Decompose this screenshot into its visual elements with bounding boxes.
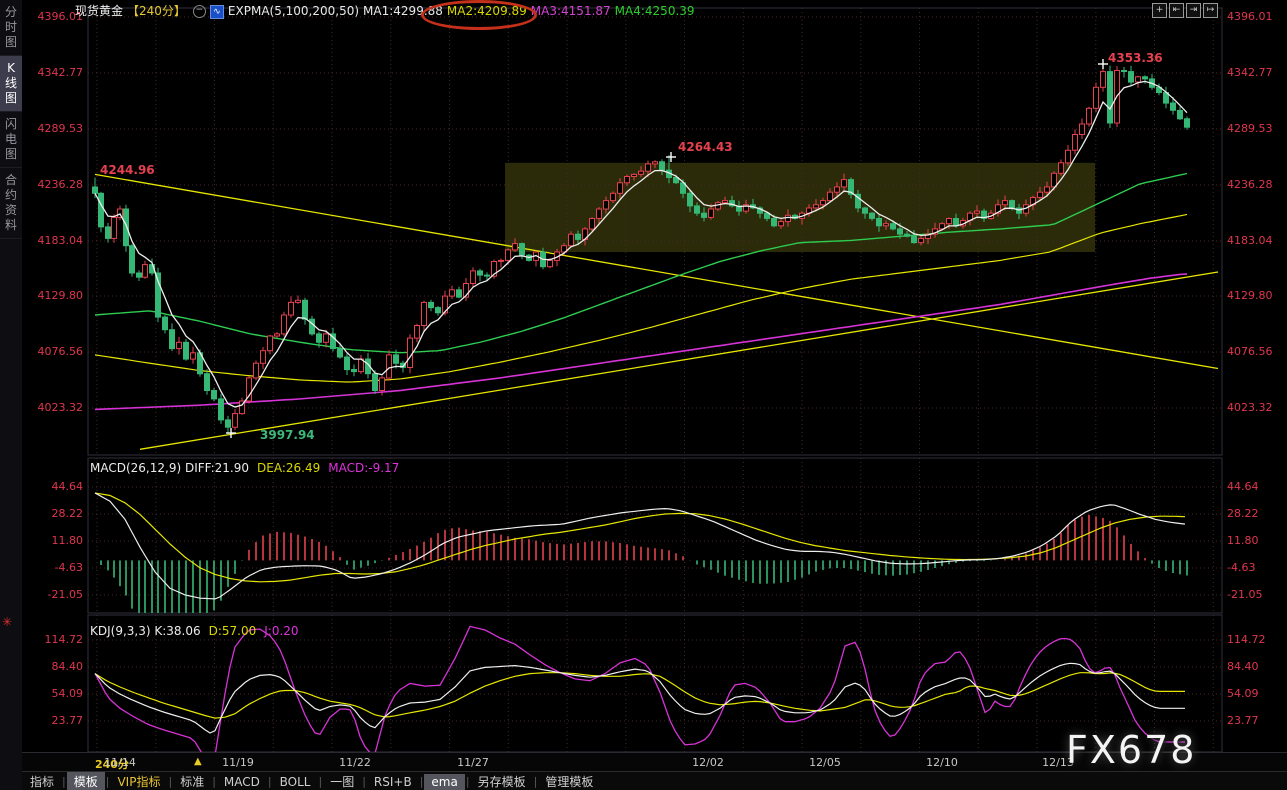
sidebar-item-闪电图[interactable]: 闪电图 <box>0 112 22 168</box>
indicator-value-label: MACD:-9.17 <box>328 461 399 475</box>
chart-toolbar-icons: +⇤⇥↦ <box>1152 3 1218 18</box>
collapse-icon[interactable]: − <box>193 5 206 18</box>
trading-app-window: 分时图K线图闪电图合约资料 现货黄金【240分】−∿ EXPMA(5,100,20… <box>0 0 1287 790</box>
menu-item-指标[interactable]: 指标 <box>23 772 61 790</box>
menu-separator: | <box>62 775 66 788</box>
menu-item-另存模板[interactable]: 另存模板 <box>471 772 533 790</box>
date-tick-label: 12/02 <box>688 756 728 769</box>
ma-value-label: MA4:4250.39 <box>615 4 695 18</box>
sidebar-item-分时图[interactable]: 分时图 <box>0 0 22 56</box>
date-tick-label: 11/19 <box>218 756 258 769</box>
menu-separator: | <box>534 775 538 788</box>
indicator-value-label: DEA:26.49 <box>257 461 320 475</box>
indicator-alert-icon[interactable]: ✳ <box>2 615 12 629</box>
red-circle-annotation <box>421 0 537 30</box>
chart-canvas[interactable] <box>0 0 1287 790</box>
menu-separator: | <box>212 775 216 788</box>
kdj-panel-header: KDJ(9,3,3) K:38.06 D:57.00 J:0.20 <box>90 624 307 638</box>
menu-separator: | <box>466 775 470 788</box>
period-label[interactable]: 【240分】 <box>127 4 186 18</box>
sidebar: 分时图K线图闪电图合约资料 <box>0 0 22 790</box>
fit-right-axis-icon[interactable]: ⇥ <box>1186 3 1201 18</box>
menu-item-管理模板[interactable]: 管理模板 <box>538 772 600 790</box>
crosshair-icon[interactable]: + <box>1152 3 1167 18</box>
watermark: FX678 <box>1066 728 1196 772</box>
date-tick-label: 12/05 <box>805 756 845 769</box>
menu-item-MACD[interactable]: MACD <box>217 774 267 790</box>
indicator-value-label: D:57.00 <box>209 624 257 638</box>
date-tick-label: 11/22 <box>335 756 375 769</box>
interval-up-triangle-icon[interactable]: ▲ <box>194 756 202 767</box>
sidebar-item-合约资料[interactable]: 合约资料 <box>0 168 22 239</box>
macd-panel-header: MACD(26,12,9) DIFF:21.90 DEA:26.49 MACD:-9… <box>90 461 407 475</box>
bottom-menu-bar: 指标|模板|VIP指标|标准|MACD|BOLL|一图|RSI+B|ema|另存… <box>22 771 1287 790</box>
menu-separator: | <box>168 775 172 788</box>
indicator-value-label: J:0.20 <box>264 624 298 638</box>
date-tick-label: 11/27 <box>453 756 493 769</box>
chart-header: 现货黄金【240分】−∿EXPMA(5,100,200,50)MA1:4299.… <box>75 2 703 18</box>
menu-separator: | <box>318 775 322 788</box>
date-tick-label: 12/10 <box>922 756 962 769</box>
indicator-value-label: KDJ(9,3,3) K:38.06 <box>90 624 201 638</box>
menu-item-标准[interactable]: 标准 <box>173 772 211 790</box>
menu-item-RSI+B[interactable]: RSI+B <box>367 774 419 790</box>
chart-style-icon[interactable]: ∿ <box>210 5 224 19</box>
indicator-name: EXPMA(5,100,200,50) <box>228 4 359 18</box>
menu-item-VIP指标[interactable]: VIP指标 <box>110 772 167 790</box>
menu-item-ema[interactable]: ema <box>424 774 464 790</box>
sidebar-item-K线图[interactable]: K线图 <box>0 56 22 112</box>
go-latest-icon[interactable]: ↦ <box>1203 3 1218 18</box>
menu-item-BOLL[interactable]: BOLL <box>273 774 318 790</box>
indicator-value-label: MACD(26,12,9) DIFF:21.90 <box>90 461 249 475</box>
symbol-title: 现货黄金 <box>75 4 123 18</box>
menu-separator: | <box>420 775 424 788</box>
menu-separator: | <box>362 775 366 788</box>
menu-item-一图[interactable]: 一图 <box>323 772 361 790</box>
ma-value-label: MA3:4151.87 <box>531 4 611 18</box>
menu-separator: | <box>268 775 272 788</box>
fit-left-axis-icon[interactable]: ⇤ <box>1169 3 1184 18</box>
date-tick-label: 11/14 <box>100 756 140 769</box>
menu-separator: | <box>106 775 110 788</box>
menu-item-模板[interactable]: 模板 <box>67 772 105 790</box>
